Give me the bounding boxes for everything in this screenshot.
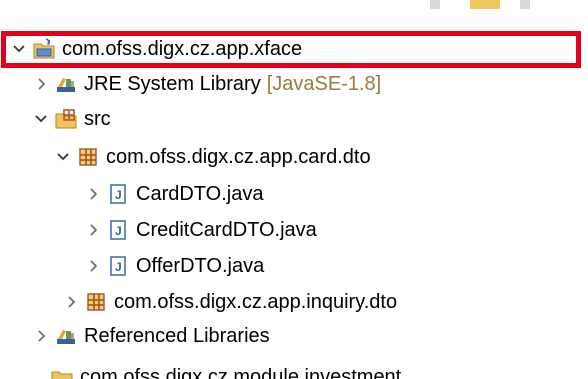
chevron-right-icon[interactable]: [32, 75, 50, 93]
tree-item-referenced-libraries[interactable]: Referenced Libraries: [32, 318, 270, 354]
svg-text:J: J: [115, 224, 122, 238]
java-file-icon: J: [106, 182, 130, 206]
chevron-down-icon[interactable]: [32, 110, 50, 128]
chevron-right-icon[interactable]: [84, 257, 102, 275]
package-icon: [76, 145, 100, 169]
tree-item-label: com.ofss.digx.cz.module.investment: [80, 367, 402, 379]
highlight-box: [1, 31, 581, 68]
tree-item-java-file[interactable]: J CardDTO.java: [84, 176, 263, 212]
tree-item-java-file[interactable]: J CreditCardDTO.java: [84, 212, 317, 248]
tree-item-label: CreditCardDTO.java: [136, 218, 317, 241]
java-project-icon: [50, 367, 74, 379]
library-icon: [54, 324, 78, 348]
jre-version-decoration: [JavaSE-1.8]: [266, 72, 382, 95]
tree-item-label: Referenced Libraries: [84, 324, 270, 347]
library-icon: [54, 72, 78, 96]
tree-item-label: com.ofss.digx.cz.app.card.dto: [106, 145, 371, 168]
tree-item-label: JRE System Library: [84, 72, 261, 95]
chevron-down-icon[interactable]: [54, 148, 72, 166]
tree-item-label: OfferDTO.java: [136, 254, 265, 277]
svg-text:J: J: [115, 188, 122, 202]
chevron-right-icon[interactable]: [32, 327, 50, 345]
java-file-icon: J: [106, 254, 130, 278]
tree-item-jre-library[interactable]: JRE System Library [JavaSE-1.8]: [32, 66, 381, 102]
tree-item-label: CardDTO.java: [136, 182, 264, 205]
chevron-right-icon[interactable]: [84, 221, 102, 239]
java-file-icon: J: [106, 218, 130, 242]
chevron-right-icon[interactable]: [62, 293, 80, 311]
tree-item-label: com.ofss.digx.cz.app.inquiry.dto: [114, 290, 398, 313]
tree-item-package-card-dto[interactable]: com.ofss.digx.cz.app.card.dto: [54, 139, 371, 175]
tree-item-package-inquiry-dto[interactable]: com.ofss.digx.cz.app.inquiry.dto: [62, 284, 397, 320]
package-icon: [84, 290, 108, 314]
tree-item-label: src: [84, 107, 111, 130]
chevron-right-icon[interactable]: [84, 185, 102, 203]
tree-item-next-project[interactable]: com.ofss.digx.cz.module.investment: [40, 367, 401, 379]
svg-text:J: J: [115, 260, 122, 274]
tree-item-java-file[interactable]: J OfferDTO.java: [84, 248, 264, 284]
project-explorer-tree: J com.ofss.digx.cz.app.xface JRE System …: [0, 0, 588, 379]
source-folder-icon: [54, 107, 78, 131]
tree-item-src[interactable]: src: [32, 101, 111, 137]
